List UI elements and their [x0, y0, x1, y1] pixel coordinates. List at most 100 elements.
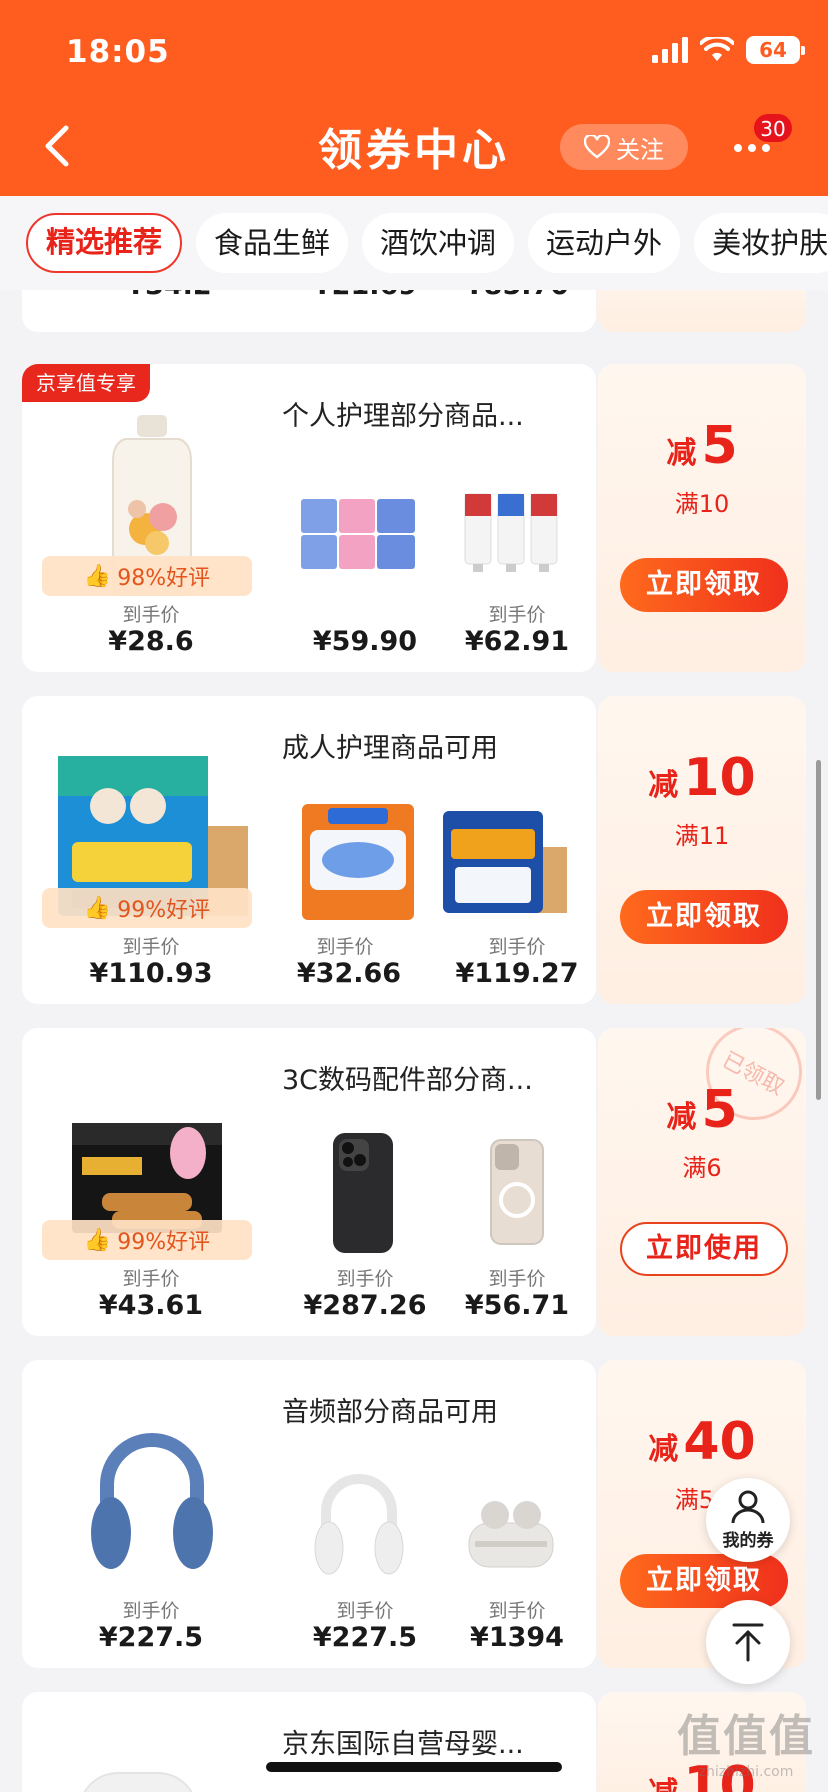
product-image[interactable]: [432, 792, 580, 932]
price-label: 到手价: [336, 1268, 394, 1290]
product-image[interactable]: [298, 1128, 428, 1258]
card-products: 京享值专享 个人护理部分商品... 👍 98%好评 到手价 ¥28.6 ¥59.…: [22, 364, 596, 672]
thumbs-up-icon: 👍: [83, 895, 112, 921]
product-price: ¥34.2: [84, 290, 254, 301]
coupon-panel: 减 5 满10 立即领取: [598, 364, 806, 672]
price-label: 到手价: [488, 1268, 546, 1290]
more-dot: [734, 144, 742, 152]
coupon-title: 个人护理部分商品...: [282, 401, 524, 432]
product-image[interactable]: [446, 1460, 576, 1590]
card-products: 音频部分商品可用 到手价 ¥227.5 到手价 ¥227.5 到手价 ¥1394: [22, 1360, 596, 1668]
status-icons: 64: [652, 36, 805, 64]
min-spend: 满6: [682, 1154, 722, 1182]
follow-button[interactable]: 关注: [560, 124, 688, 170]
home-indicator[interactable]: [266, 1762, 562, 1772]
back-to-top-button[interactable]: [706, 1600, 790, 1684]
product-price: ¥85.70: [432, 290, 596, 301]
battery-icon: 64: [746, 36, 805, 64]
claim-coupon-button[interactable]: 立即领取: [620, 890, 788, 944]
watermark: 值值值 zhizhizhi.com: [672, 1700, 820, 1780]
price-label: 到手价: [122, 1268, 180, 1290]
product-image[interactable]: [452, 1128, 582, 1258]
coupon-panel: 减 10 满11 立即领取: [598, 696, 806, 1004]
coupon-panel: [598, 290, 806, 332]
discount-value: 5: [701, 1080, 738, 1140]
product-price: ¥110.93: [89, 958, 213, 989]
product-image[interactable]: [284, 792, 432, 932]
price-label: 到手价: [122, 604, 180, 626]
price-label: 到手价: [488, 1600, 546, 1622]
exclusive-badge: 京享值专享: [22, 364, 150, 402]
watermark-text: 值值值: [677, 1711, 815, 1762]
coupon-card[interactable]: 音频部分商品可用 到手价 ¥227.5 到手价 ¥227.5 到手价 ¥1394…: [22, 1360, 806, 1668]
signal-icon: [652, 37, 688, 63]
phone-case-black-icon: [333, 1133, 393, 1253]
coupon-card[interactable]: 京享值专享 个人护理部分商品... 👍 98%好评 到手价 ¥28.6 ¥59.…: [22, 364, 806, 672]
product-price: ¥21.69: [280, 290, 450, 301]
price-label: 到手价: [122, 936, 180, 958]
claim-coupon-button[interactable]: 立即领取: [620, 558, 788, 612]
rating-badge: 👍 98%好评: [42, 556, 252, 596]
product-image[interactable]: [446, 468, 576, 598]
thumbs-up-icon: 👍: [83, 563, 112, 589]
price-label: 到手价: [488, 604, 546, 626]
tab-drinks[interactable]: 酒饮冲调: [362, 213, 515, 273]
tab-beauty[interactable]: 美妆护肤: [694, 213, 828, 273]
arrow-up-icon: [732, 1623, 764, 1662]
coupon-title: 音频部分商品可用: [282, 1397, 498, 1428]
coupon-card[interactable]: 3C数码配件部分商... 👍 99%好评 到手价 ¥43.61 到手价 ¥287…: [22, 1028, 806, 1336]
product-price: ¥119.27: [455, 958, 579, 989]
page-title: 领券中心: [318, 125, 510, 176]
product-price: ¥56.71: [464, 1290, 570, 1321]
more-dot: [748, 144, 756, 152]
card-products: 成人护理商品可用 👍 99%好评 到手价 ¥110.93 到手价 ¥32.66 …: [22, 696, 596, 1004]
tab-featured[interactable]: 精选推荐: [26, 213, 183, 273]
use-coupon-button[interactable]: 立即使用: [620, 1222, 788, 1276]
card-products: 3C数码配件部分商... 👍 99%好评 到手价 ¥43.61 到手价 ¥287…: [22, 1028, 596, 1336]
product-price: ¥62.91: [464, 626, 570, 657]
discount-prefix: 减: [648, 1432, 679, 1467]
coupon-card[interactable]: 成人护理商品可用 👍 99%好评 到手价 ¥110.93 到手价 ¥32.66 …: [22, 696, 806, 1004]
price-label: 到手价: [316, 936, 374, 958]
min-spend: 满11: [674, 822, 730, 850]
discount-prefix: 减: [648, 768, 679, 803]
product-price: ¥287.26: [303, 1290, 427, 1321]
more-dot: [762, 144, 770, 152]
rating-badge: 👍 99%好评: [42, 1220, 252, 1260]
price-label: 到手价: [336, 1600, 394, 1622]
tab-outdoor[interactable]: 运动户外: [528, 213, 681, 273]
coupon-list: ¥34.2 ¥21.69 ¥85.70 京享值专享 个人护理部分商品...: [0, 290, 828, 1792]
coupon-title: 成人护理商品可用: [282, 733, 498, 764]
coupon-title: 京东国际自营母婴...: [282, 1729, 524, 1760]
discount-amount: 减 5: [598, 1080, 806, 1140]
price-label: 到手价: [122, 1600, 180, 1622]
product-price: ¥28.6: [108, 626, 194, 657]
toothpaste-icon: [464, 493, 558, 572]
product-image[interactable]: [42, 1400, 262, 1600]
watermark-url: zhizhizhi.com: [698, 1764, 794, 1780]
my-coupons-button[interactable]: 我的券: [706, 1478, 790, 1562]
wifi-icon: [700, 37, 734, 61]
discount-prefix: 减: [666, 436, 697, 471]
product-image[interactable]: [294, 468, 424, 598]
coupon-title: 3C数码配件部分商...: [282, 1065, 533, 1096]
message-count-badge: 30: [752, 112, 794, 144]
rating-text: 99%好评: [117, 898, 211, 923]
price-label: 到手价: [488, 936, 546, 958]
rating-text: 98%好评: [117, 566, 211, 591]
product-price: ¥32.66: [296, 958, 402, 989]
discount-amount: 减 10: [598, 748, 806, 808]
headphones-white-icon: [314, 1474, 404, 1575]
user-icon: [731, 1490, 765, 1523]
underpads-pack-icon: [302, 804, 414, 920]
coupon-card-partial[interactable]: ¥34.2 ¥21.69 ¥85.70: [22, 290, 806, 332]
card-products: 京东国际自营母婴...: [22, 1692, 596, 1792]
headphones-blue-icon: [91, 1433, 213, 1569]
rating-text: 99%好评: [117, 1230, 211, 1255]
status-time: 18:05: [66, 34, 170, 70]
scrollbar[interactable]: [816, 760, 821, 1100]
tab-food[interactable]: 食品生鲜: [196, 213, 349, 273]
product-image[interactable]: [294, 1454, 424, 1594]
claim-coupon-button[interactable]: 立即领取: [620, 1554, 788, 1608]
my-coupons-label: 我的券: [722, 1530, 774, 1551]
